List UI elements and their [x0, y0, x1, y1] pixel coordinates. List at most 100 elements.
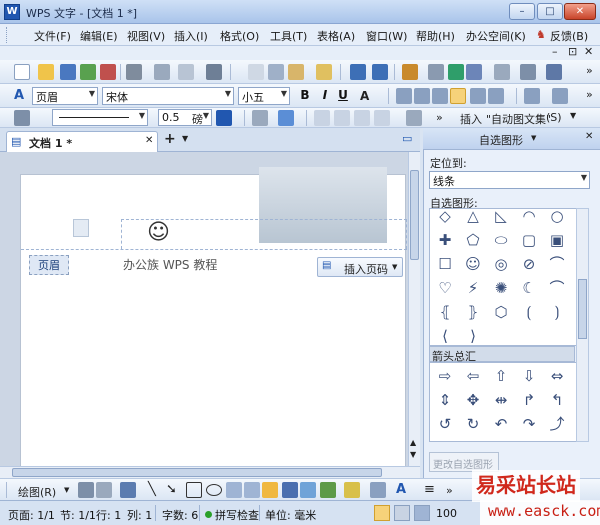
columns-icon[interactable] — [466, 64, 482, 80]
fill-color-icon[interactable] — [278, 110, 294, 126]
bullets-icon[interactable] — [552, 88, 568, 104]
menu-tools[interactable]: 工具(T) — [270, 28, 307, 44]
export-pdf-icon[interactable] — [100, 64, 116, 80]
clip-art-icon[interactable] — [300, 482, 316, 498]
font-color-tool-icon[interactable]: A — [396, 482, 412, 498]
align-right-icon[interactable] — [432, 88, 448, 104]
formula-icon[interactable] — [428, 64, 444, 80]
line-width-combo[interactable]: 0.5 ▼ — [158, 109, 212, 126]
arrow-left-up-icon[interactable]: ↺ — [432, 413, 458, 435]
menu-view[interactable]: 视图(V) — [127, 28, 165, 44]
shape-right-triangle-icon[interactable]: ◺ — [488, 209, 514, 227]
shape-right-brace-icon[interactable]: ⟩ — [460, 325, 486, 345]
arrows-section-header[interactable]: 箭头总汇 — [429, 346, 575, 363]
horizontal-scrollbar[interactable] — [0, 466, 420, 478]
menu-format[interactable]: 格式(O) — [220, 28, 259, 44]
autotext-button[interactable]: "自动图文集" — [486, 111, 551, 127]
insert-picture-icon[interactable] — [320, 482, 336, 498]
new-document-icon[interactable] — [14, 64, 30, 80]
shape-can-icon[interactable]: ⬭ — [488, 229, 514, 251]
arrow-u-turn-icon[interactable]: ↰ — [544, 389, 570, 411]
vertical-scrollbar[interactable]: ▲ ▼ — [408, 152, 420, 466]
shape-arc-line-icon[interactable]: ⌒ — [544, 277, 570, 299]
shape-right-bracket-icon[interactable]: ⟯ — [544, 301, 570, 323]
line-spacing-icon[interactable] — [488, 88, 504, 104]
print-preview-icon[interactable] — [154, 64, 170, 80]
arrow-bent-up-icon[interactable]: ↻ — [460, 413, 486, 435]
hyperlink-icon[interactable] — [448, 64, 464, 80]
border-icon[interactable] — [252, 110, 268, 126]
arrow-bent-icon[interactable]: ↱ — [516, 389, 542, 411]
format-painter-icon[interactable] — [316, 64, 332, 80]
page-view-icon[interactable] — [374, 505, 390, 521]
arrow-curved-left-icon[interactable]: ↷ — [516, 413, 542, 435]
smiley-shape[interactable]: ☺ — [147, 221, 170, 245]
shape-triangle-icon[interactable]: △ — [460, 209, 486, 227]
undo-icon[interactable] — [350, 64, 366, 80]
more-label[interactable]: » — [436, 111, 443, 124]
shape-folded-corner-icon[interactable]: ☐ — [432, 253, 458, 275]
arrow-left-right-icon[interactable]: ⇔ — [544, 365, 570, 387]
line-style-tool-icon[interactable]: ≡ — [424, 482, 440, 498]
font-size-combo[interactable]: 小五 ▼ — [238, 87, 290, 105]
insert-page-number-button[interactable]: ▤ 插入页码 ▼ — [317, 257, 403, 277]
open-folder-icon[interactable] — [38, 64, 54, 80]
web-view-icon[interactable] — [414, 505, 430, 521]
formatting-more-button[interactable]: » — [586, 88, 593, 101]
shape-cross-icon[interactable]: ✚ — [432, 229, 458, 251]
menu-table[interactable]: 表格(A) — [317, 28, 355, 44]
copy-icon[interactable] — [248, 64, 264, 80]
document-map-icon[interactable] — [520, 64, 536, 80]
select-objects-icon[interactable] — [78, 482, 94, 498]
shapes-scrollbar[interactable] — [576, 208, 589, 442]
menu-office-space[interactable]: 办公空间(K) — [466, 28, 526, 44]
maximize-button[interactable]: □ — [537, 3, 563, 20]
shape-block-arc-icon[interactable]: ⌒ — [544, 253, 570, 275]
redo-icon[interactable] — [372, 64, 388, 80]
styles-icon[interactable]: A — [14, 88, 30, 104]
shape-moon-icon[interactable]: ☾ — [516, 277, 542, 299]
mdi-restore-button[interactable]: ⊡ — [568, 45, 577, 58]
shape-donut-icon[interactable]: ◎ — [488, 253, 514, 275]
hscroll-thumb[interactable] — [12, 468, 382, 477]
shape-sun-icon[interactable]: ✺ — [488, 277, 514, 299]
zoom-level[interactable]: 100 — [436, 507, 457, 520]
print-icon[interactable] — [126, 64, 142, 80]
status-spell-check[interactable]: 拼写检查 — [215, 507, 259, 523]
shape-arc-icon[interactable]: ◠ — [516, 209, 542, 227]
drawbar-more-button[interactable]: » — [446, 484, 453, 497]
anchor-select[interactable]: 线条 ▼ — [429, 171, 590, 189]
header-text[interactable]: 办公族 WPS 教程 — [123, 256, 217, 273]
split-cells-icon[interactable] — [354, 110, 370, 126]
shape-left-brace-icon[interactable]: ⟨ — [432, 325, 458, 345]
italic-button[interactable]: I — [318, 88, 332, 102]
table-layout-icon[interactable] — [314, 110, 330, 126]
close-tab-button[interactable]: ✕ — [145, 135, 153, 146]
free-rotate-icon[interactable] — [96, 482, 112, 498]
insert-table-icon[interactable] — [402, 64, 418, 80]
close-window-button[interactable]: ✕ — [564, 3, 596, 20]
numbering-icon[interactable] — [524, 88, 540, 104]
page-setup-icon[interactable] — [178, 64, 194, 80]
shape-double-brace-icon[interactable]: ⦄ — [460, 301, 486, 323]
tab-list-icon[interactable]: ▭ — [402, 132, 412, 145]
arrow-left-right-up-icon[interactable]: ⇹ — [488, 389, 514, 411]
outline-view-icon[interactable] — [394, 505, 410, 521]
wordart-icon[interactable] — [282, 482, 298, 498]
arrow-curved-up-icon[interactable]: ⤴ — [544, 413, 570, 435]
arrow-curved-right-icon[interactable]: ↶ — [488, 413, 514, 435]
tab-document-1[interactable]: ▤ 文档 1 * ✕ — [6, 131, 158, 152]
spell-check-icon[interactable] — [206, 64, 222, 80]
close-pane-button[interactable]: ✕ — [585, 131, 593, 142]
shape-no-symbol-icon[interactable]: ⊘ — [516, 253, 542, 275]
shape-cube-icon[interactable]: ▢ — [516, 229, 542, 251]
distributed-align-icon[interactable] — [470, 88, 486, 104]
fill-bucket-icon[interactable] — [344, 482, 360, 498]
scroll-thumb[interactable] — [410, 170, 419, 260]
arrow-right-icon[interactable]: ⇨ — [432, 365, 458, 387]
shapes-scroll-thumb[interactable] — [578, 279, 587, 339]
draw-menu-button[interactable]: 绘图(R) — [18, 484, 56, 500]
oval-icon[interactable] — [206, 484, 222, 496]
textbox-icon[interactable] — [226, 482, 242, 498]
chevron-down-icon[interactable]: ▼ — [182, 134, 188, 143]
